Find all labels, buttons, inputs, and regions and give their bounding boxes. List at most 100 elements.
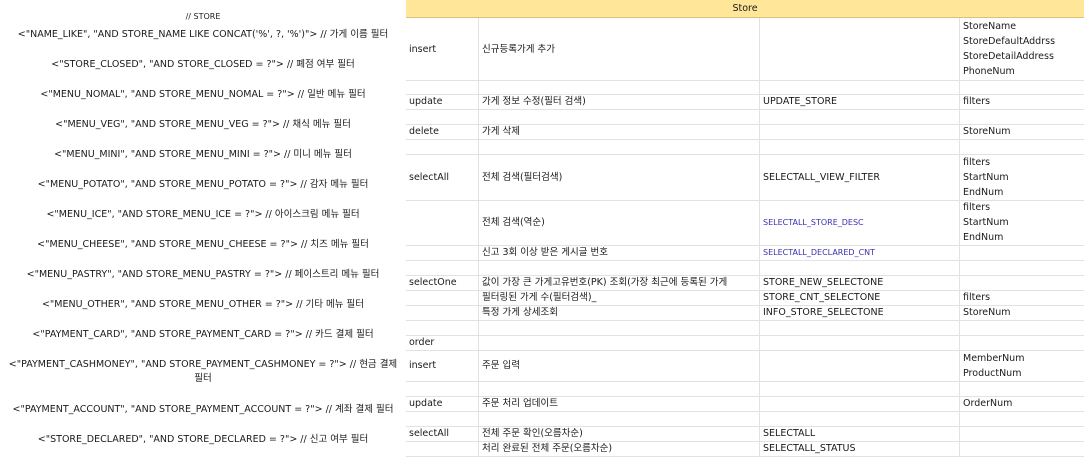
params-cell[interactable]	[960, 245, 1084, 260]
param-text: filters	[963, 292, 991, 303]
param-text: MemberNum	[963, 353, 1025, 364]
operation-cell[interactable]: selectOne	[406, 275, 479, 290]
params-cell[interactable]: filters StartNum EndNum	[960, 154, 1084, 200]
query-key-cell[interactable]: STORE_CNT_SELECTONE	[760, 290, 960, 305]
description-cell[interactable]	[479, 320, 760, 335]
description-cell[interactable]	[479, 335, 760, 350]
query-key-cell[interactable]	[760, 320, 960, 335]
params-cell[interactable]: filters	[960, 290, 1084, 305]
params-cell[interactable]	[960, 441, 1084, 456]
description-cell[interactable]: 주문 입력	[479, 350, 760, 381]
params-cell[interactable]	[960, 320, 1084, 335]
description-cell[interactable]: 특정 가게 상세조회	[479, 305, 760, 320]
params-cell[interactable]	[960, 381, 1084, 396]
description-cell[interactable]	[479, 260, 760, 275]
query-key-cell[interactable]: SELECTALL_STORE_DESC	[760, 200, 960, 245]
params-cell[interactable]	[960, 139, 1084, 154]
params-cell[interactable]: filters StartNum EndNum	[960, 200, 1084, 245]
operation-cell[interactable]: insert	[406, 350, 479, 381]
description-cell[interactable]: 전체 검색(필터검색)	[479, 154, 760, 200]
description-cell[interactable]: 가게 정보 수정(필터 검색)	[479, 94, 760, 109]
operation-cell[interactable]	[406, 381, 479, 396]
store-section-header[interactable]: Store	[406, 0, 1084, 18]
query-key-cell[interactable]: STORE_NEW_SELECTONE	[760, 275, 960, 290]
params-cell[interactable]	[960, 260, 1084, 275]
params-cell[interactable]	[960, 275, 1084, 290]
description-cell[interactable]	[479, 381, 760, 396]
operation-cell[interactable]	[406, 320, 479, 335]
query-key-cell[interactable]: UPDATE_STORE	[760, 94, 960, 109]
params-cell[interactable]: OrderNum	[960, 396, 1084, 411]
operation-cell[interactable]	[406, 139, 479, 154]
query-key-cell[interactable]	[760, 139, 960, 154]
query-key-cell[interactable]: SELECTALL_VIEW_FILTER	[760, 154, 960, 200]
operation-cell[interactable]: update	[406, 396, 479, 411]
filter-line-menu-other: <"MENU_OTHER", "AND STORE_MENU_OTHER = ?…	[41, 299, 365, 310]
params-cell[interactable]	[960, 411, 1084, 426]
params-cell[interactable]: StoreName StoreDefaultAddrss StoreDetailAd…	[960, 18, 1084, 80]
operation-cell[interactable]: selectAll	[406, 154, 479, 200]
operation-cell[interactable]: update	[406, 94, 479, 109]
query-key-cell[interactable]	[760, 335, 960, 350]
description-cell[interactable]	[479, 139, 760, 154]
query-key-cell[interactable]: SELECTALL_STATUS	[760, 441, 960, 456]
operation-text: delete	[409, 126, 439, 137]
operation-cell[interactable]	[406, 441, 479, 456]
operation-cell[interactable]	[406, 260, 479, 275]
table-row: order	[406, 335, 1084, 351]
operation-cell[interactable]	[406, 200, 479, 245]
operation-cell[interactable]	[406, 245, 479, 260]
query-key-text: SELECTALL_DECLARED_CNT	[763, 248, 876, 257]
operation-cell[interactable]: selectAll	[406, 426, 479, 441]
query-key-text: UPDATE_STORE	[763, 96, 838, 107]
params-cell[interactable]	[960, 335, 1084, 350]
query-key-cell[interactable]	[760, 80, 960, 94]
operation-cell[interactable]: insert	[406, 18, 479, 80]
description-cell[interactable]: 주문 처리 업데이트	[479, 396, 760, 411]
params-cell[interactable]	[960, 426, 1084, 441]
query-key-cell[interactable]: SELECTALL_DECLARED_CNT	[760, 245, 960, 260]
params-cell[interactable]: StoreNum	[960, 305, 1084, 320]
query-key-cell[interactable]	[760, 381, 960, 396]
description-cell[interactable]: 전체 주문 확인(오름차순)	[479, 426, 760, 441]
description-cell[interactable]: 필터링된 가게 수(필터검색)_	[479, 290, 760, 305]
description-cell[interactable]: 신규등록가게 추가	[479, 18, 760, 80]
query-key-cell[interactable]	[760, 396, 960, 411]
params-cell[interactable]	[960, 109, 1084, 124]
table-row: 처리 완료된 전체 주문(오름차순) SELECTALL_STATUS	[406, 441, 1084, 457]
params-cell[interactable]	[960, 80, 1084, 94]
params-cell[interactable]: StoreNum	[960, 124, 1084, 139]
param-text: ProductNum	[963, 368, 1022, 379]
query-key-cell[interactable]: SELECTALL	[760, 426, 960, 441]
query-key-cell[interactable]	[760, 350, 960, 381]
operation-cell[interactable]	[406, 305, 479, 320]
description-cell[interactable]	[479, 411, 760, 426]
description-text: 전체 검색(필터검색)	[482, 172, 563, 183]
operation-cell[interactable]: order	[406, 335, 479, 350]
query-key-cell[interactable]	[760, 109, 960, 124]
param-text: StoreNum	[963, 307, 1011, 318]
filter-line-menu-mini: <"MENU_MINI", "AND STORE_MENU_MINI = ?">…	[54, 149, 352, 160]
description-cell[interactable]: 값이 가장 큰 가게고유번호(PK) 조회(가장 최근에 등록된 가게	[479, 275, 760, 290]
query-key-cell[interactable]	[760, 18, 960, 80]
operation-cell[interactable]	[406, 80, 479, 94]
operation-cell[interactable]	[406, 109, 479, 124]
operation-cell[interactable]	[406, 411, 479, 426]
query-key-cell[interactable]	[760, 124, 960, 139]
description-cell[interactable]: 처리 완료된 전체 주문(오름차순)	[479, 441, 760, 456]
description-cell[interactable]	[479, 109, 760, 124]
table-row: update 주문 처리 업데이트 OrderNum	[406, 396, 1084, 412]
operation-cell[interactable]	[406, 290, 479, 305]
params-cell[interactable]: MemberNum ProductNum	[960, 350, 1084, 381]
description-cell[interactable]: 가게 삭제	[479, 124, 760, 139]
description-cell[interactable]: 신고 3회 이상 받은 게시글 번호	[479, 245, 760, 260]
operation-cell[interactable]: delete	[406, 124, 479, 139]
param-text: StoreName	[963, 21, 1017, 32]
query-key-cell[interactable]	[760, 260, 960, 275]
description-cell[interactable]	[479, 80, 760, 94]
table-row: update 가게 정보 수정(필터 검색) UPDATE_STORE filters	[406, 94, 1084, 110]
description-cell[interactable]: 전체 검색(역순)	[479, 200, 760, 245]
query-key-cell[interactable]: INFO_STORE_SELECTONE	[760, 305, 960, 320]
params-cell[interactable]: filters	[960, 94, 1084, 109]
query-key-cell[interactable]	[760, 411, 960, 426]
